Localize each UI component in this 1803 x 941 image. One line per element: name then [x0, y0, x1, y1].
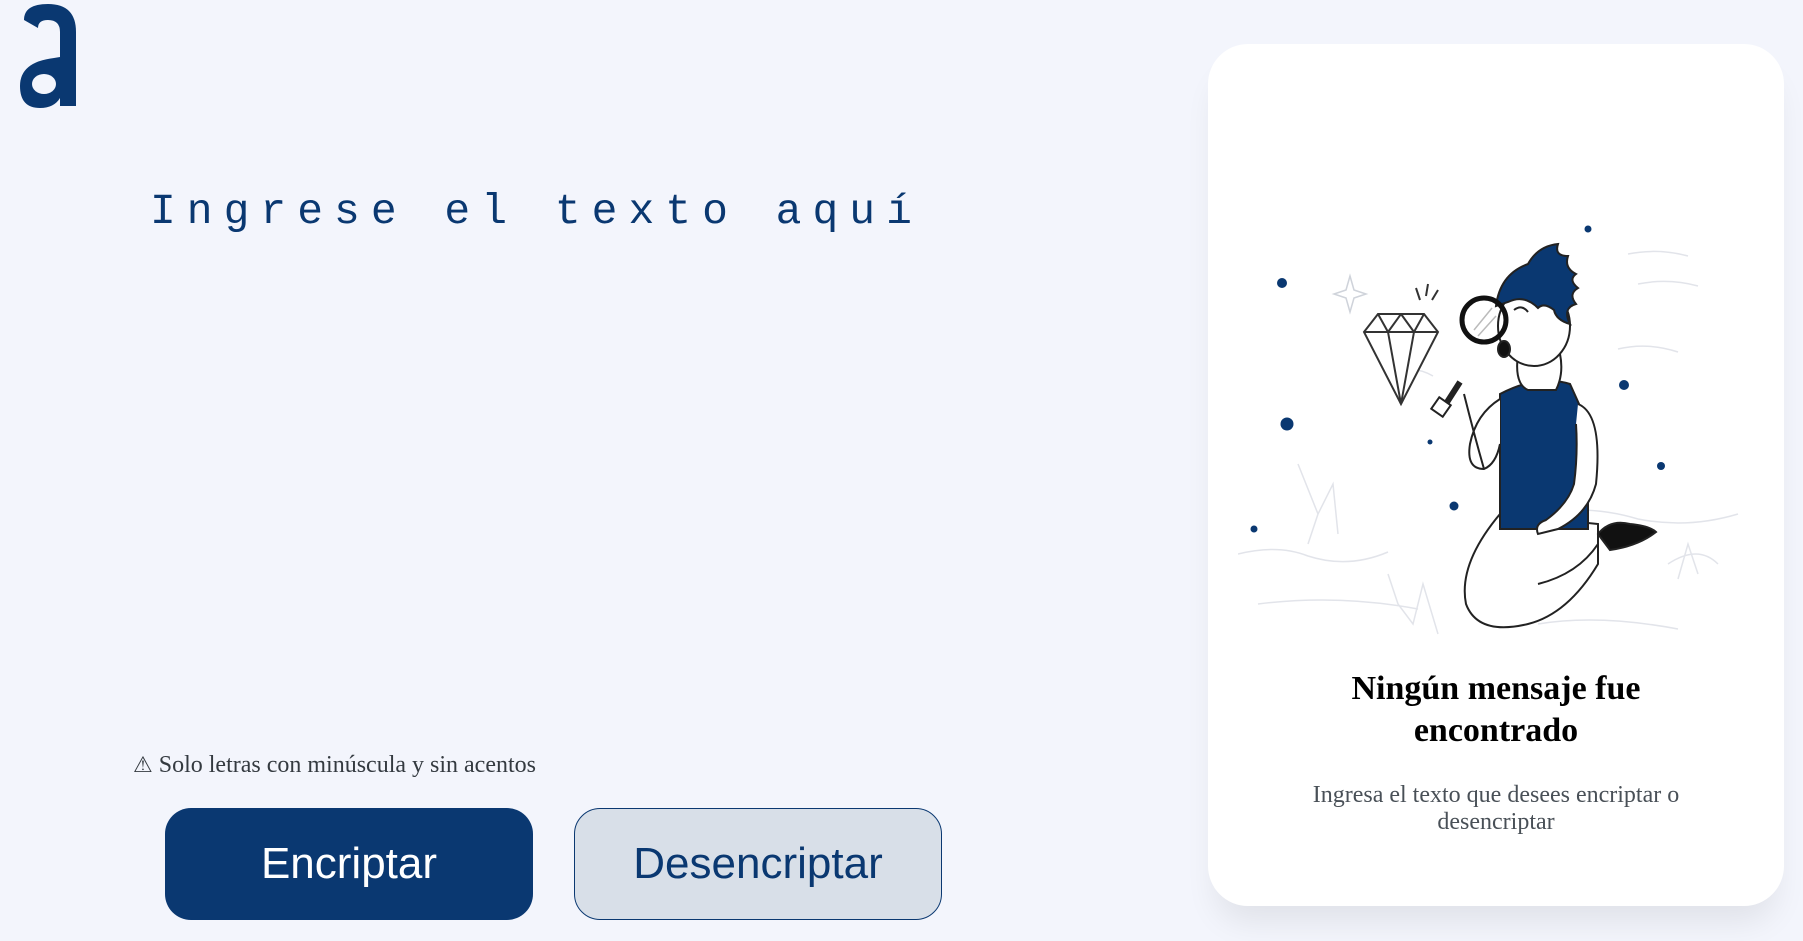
warning-icon: ⚠	[133, 753, 153, 778]
alura-logo-icon	[20, 4, 76, 108]
empty-state-title: Ningún mensaje fue encontrado	[1351, 670, 1641, 749]
input-warning: ⚠ Solo letras con minúscula y sin acento…	[133, 752, 536, 779]
encrypt-button[interactable]: Encriptar	[165, 808, 533, 920]
warning-text: Solo letras con minúscula y sin acentos	[158, 752, 536, 778]
text-input[interactable]	[150, 175, 970, 727]
decrypt-button[interactable]: Desencriptar	[574, 808, 942, 920]
empty-state-subtitle: Ingresa el texto que desees encriptar o …	[1312, 782, 1680, 835]
output-panel: Ningún mensaje fue encontrado Ingresa el…	[1208, 44, 1784, 906]
searching-person-illustration-icon	[1238, 225, 1739, 635]
